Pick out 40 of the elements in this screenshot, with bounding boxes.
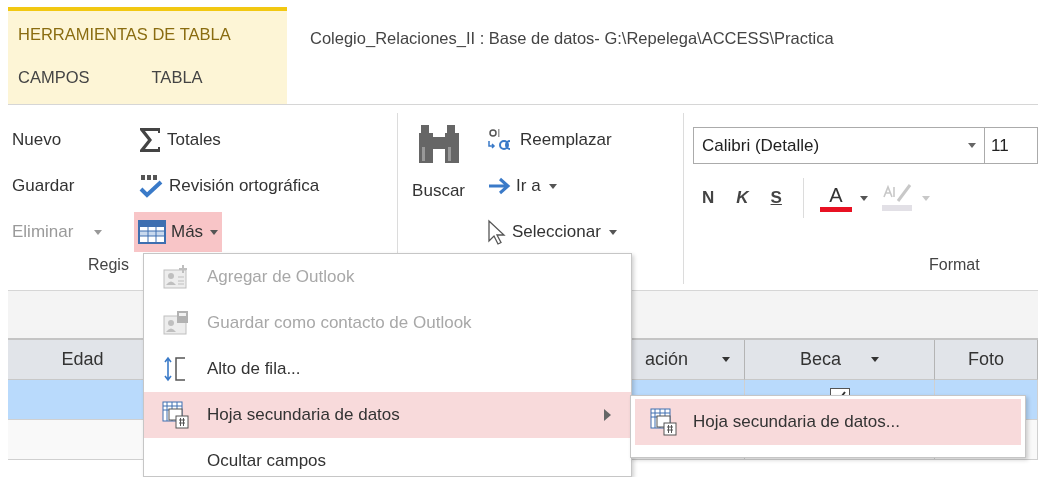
- font-name-field[interactable]: Calibri (Detalle): [693, 127, 985, 164]
- caret-icon: [921, 195, 930, 201]
- column-header[interactable]: Beca: [745, 340, 935, 380]
- caret-icon: [968, 143, 976, 148]
- font-color-button[interactable]: A: [815, 184, 872, 212]
- contextual-tab-label: HERRAMIENTAS DE TABLA: [17, 24, 232, 44]
- ribbon-button[interactable]: Ir a: [483, 166, 561, 206]
- spelling-check-icon: [138, 173, 164, 199]
- ribbon-button[interactable]: Nuevo: [8, 120, 66, 160]
- binoculars-icon: [416, 125, 461, 165]
- ribbon-tab[interactable]: TABLA: [141, 66, 213, 89]
- ribbon-tab[interactable]: CAMPOS: [8, 66, 100, 89]
- group-label: Format: [929, 256, 980, 275]
- column-header[interactable]: Foto: [935, 340, 1038, 380]
- ribbon-button[interactable]: Seleccionar: [483, 212, 621, 252]
- highlighter-icon: [879, 183, 914, 213]
- font-size-field[interactable]: 11: [985, 127, 1038, 164]
- ribbon-button[interactable]: Reemplazar: [483, 120, 616, 160]
- find-button[interactable]: Buscar: [408, 113, 470, 201]
- menu-item[interactable]: Hoja secundaria de datos...: [635, 399, 1021, 445]
- bold-button[interactable]: N: [693, 184, 724, 212]
- window-title: Colegio_Relaciones_II : Base de datos- G:\Repelega\ACCESS\Practica: [309, 28, 834, 49]
- pointer-icon: [487, 219, 508, 245]
- caret-icon: [859, 195, 868, 201]
- ribbon-button[interactable]: Guardar: [8, 166, 79, 206]
- ribbon-button[interactable]: Revisión ortográfica: [134, 166, 324, 206]
- subdatasheet-icon: [161, 401, 190, 429]
- subdatasheet-icon: [650, 408, 678, 436]
- contact-card-add-icon: [162, 264, 189, 290]
- table-icon: [138, 220, 166, 244]
- group-label: Regis: [88, 256, 129, 275]
- underline-button[interactable]: S: [761, 184, 791, 212]
- menu-item[interactable]: Hoja secundaria de datos: [144, 392, 631, 438]
- contact-card-save-icon: [162, 310, 189, 336]
- ribbon-button[interactable]: Más: [134, 212, 223, 252]
- italic-button[interactable]: K: [727, 184, 758, 212]
- menu-item[interactable]: Ocultar campos: [144, 438, 631, 476]
- arrow-right-icon: [487, 177, 512, 195]
- ribbon-button[interactable]: Totales: [134, 120, 225, 160]
- sigma-icon: [138, 127, 162, 153]
